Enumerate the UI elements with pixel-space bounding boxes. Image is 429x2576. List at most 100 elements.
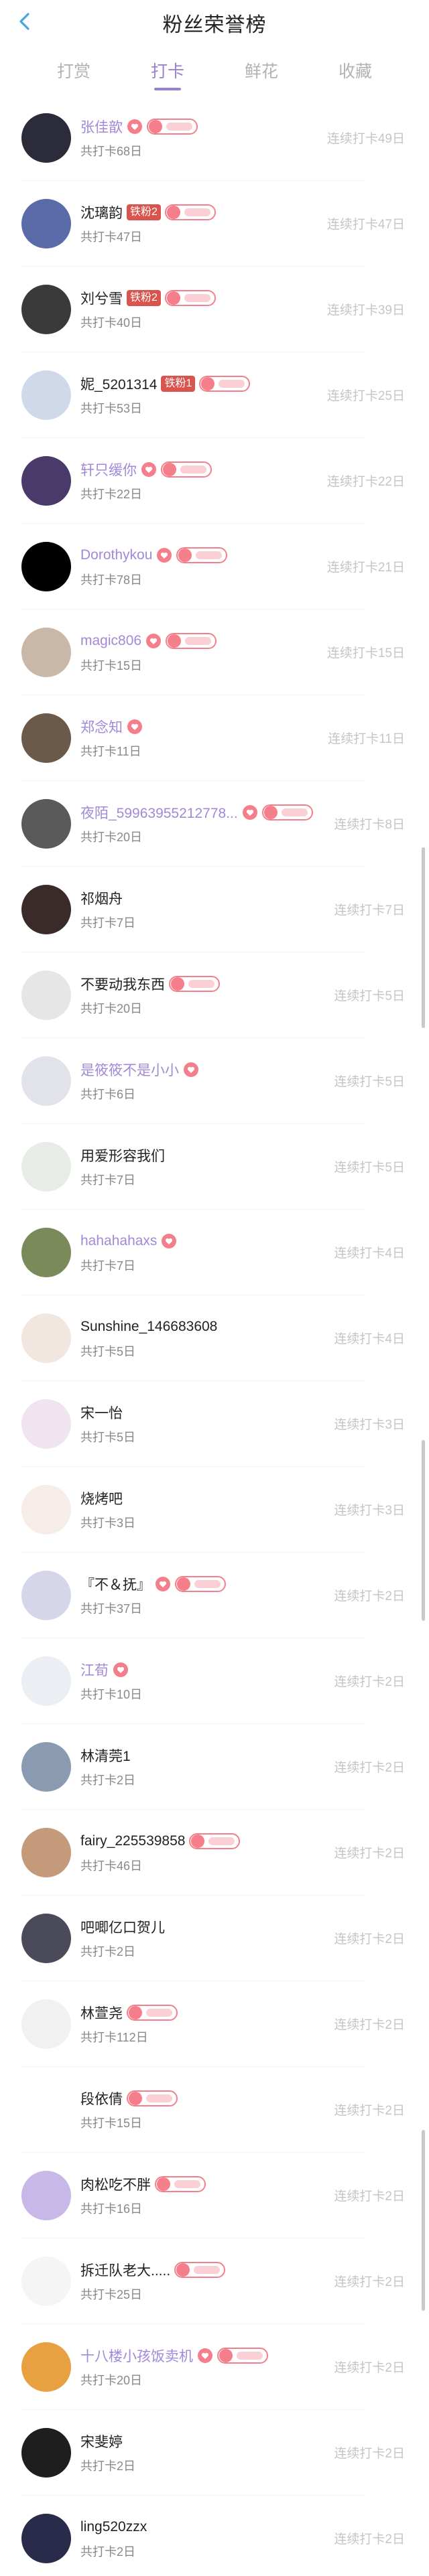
avatar[interactable] [21,456,71,506]
avatar[interactable] [21,1228,71,1277]
avatar[interactable] [21,1313,71,1363]
fan-level-badge [174,2262,226,2278]
fan-row[interactable]: fairy_225539858 共打卡46日 连续打卡2日 [0,1810,429,1895]
fan-info: ling520zzx 共打卡2日 [80,2517,322,2560]
fan-level-dot-icon [166,291,180,305]
scrollbar-thumb-3[interactable] [422,2130,425,2311]
fan-info: fairy_225539858 共打卡46日 [80,1831,322,1874]
avatar[interactable] [21,2342,71,2392]
avatar[interactable] [21,2514,71,2563]
fan-name: 烧烤吧 [80,1492,123,1507]
name-line: 是筱筱不是小小 [80,1060,322,1080]
avatar[interactable] [21,2257,71,2306]
avatar[interactable] [21,885,71,934]
fan-row[interactable]: ling520zzx 共打卡2日 连续打卡2日 [0,2496,429,2576]
tab-reward[interactable]: 打赏 [37,58,111,82]
fan-level-bar [180,466,206,474]
avatar[interactable] [21,971,71,1020]
fan-row[interactable]: 拆迁队老大..... 共打卡25日 连续打卡2日 [0,2238,429,2324]
avatar[interactable] [21,2171,71,2220]
tab-flowers[interactable]: 鲜花 [225,58,298,82]
avatar[interactable] [21,628,71,677]
fan-row[interactable]: 『不＆抚』 共打卡37日 连续打卡2日 [0,1553,429,1638]
fan-row[interactable]: hahahahaxs 共打卡7日 连续打卡4日 [0,1210,429,1295]
fan-info: 不要动我东西 共打卡20日 [80,974,322,1017]
avatar[interactable] [21,1914,71,1963]
fan-row[interactable]: 宋一怡 共打卡5日 连续打卡3日 [0,1381,429,1467]
avatar[interactable] [21,1056,71,1106]
fan-level-badge [199,376,251,392]
avatar[interactable] [21,799,71,849]
avatar[interactable] [21,285,71,334]
fan-row[interactable]: 轩只缓你 共打卡22日 连续打卡22日 [0,438,429,524]
avatar[interactable] [21,1742,71,1792]
total-checkin-days: 共打卡5日 [80,1431,136,1444]
streak-days: 连续打卡2日 [334,2447,405,2461]
name-line: 段依倩 [80,2088,322,2108]
name-line: 宋斐婷 [80,2431,322,2451]
fan-info: 林萱尧 共打卡112日 [80,2003,322,2046]
avatar[interactable] [21,113,71,163]
avatar[interactable] [21,370,71,420]
heart-badge-icon [145,633,162,649]
avatar[interactable] [21,1485,71,1534]
fan-row[interactable]: 宋斐婷共打卡2日 连续打卡2日 [0,2410,429,2496]
fan-row[interactable]: 郑念知 共打卡11日 连续打卡11日 [0,695,429,781]
avatar[interactable] [21,1142,71,1192]
fan-row[interactable]: 林萱尧 共打卡112日 连续打卡2日 [0,1981,429,2067]
fan-row[interactable]: 妮_5201314 铁粉1 共打卡53日 连续打卡25日 [0,352,429,438]
avatar[interactable] [21,2085,71,2135]
fan-name: 宋斐婷 [80,2435,123,2450]
tab-checkin[interactable]: 打卡 [131,58,204,90]
heart-badge-icon [127,119,143,135]
scrollbar-thumb-2[interactable] [422,1440,425,1621]
fan-level-badge [127,2090,178,2106]
fan-info: 十八楼小孩饭卖机 共打卡20日 [80,2346,322,2388]
avatar[interactable] [21,1571,71,1620]
fan-level-badge [175,1576,226,1592]
fan-name: 『不＆抚』 [80,1577,151,1593]
iron-fan-badge: 铁粉2 [127,290,161,306]
fan-row[interactable]: 沈璃韵 铁粉2 共打卡47日 连续打卡47日 [0,181,429,267]
total-checkin-days: 共打卡2日 [80,1945,136,1958]
name-line: 不要动我东西 [80,974,322,994]
fan-row[interactable]: 祁烟舟 共打卡7日 连续打卡7日 [0,867,429,952]
fan-row[interactable]: 是筱筱不是小小 共打卡6日 连续打卡5日 [0,1038,429,1124]
avatar[interactable] [21,1828,71,1877]
fan-row[interactable]: 十八楼小孩饭卖机 共打卡20日 连续打卡2日 [0,2324,429,2410]
name-line: 张佳歆 [80,117,322,137]
fan-row[interactable]: 吧唧亿口贺儿 共打卡2日 连续打卡2日 [0,1895,429,1981]
avatar[interactable] [21,1999,71,2049]
fan-row[interactable]: 张佳歆 共打卡68日 连续打卡49日 [0,95,429,181]
fan-row[interactable]: 不要动我东西 共打卡20日 连续打卡5日 [0,952,429,1038]
fan-row[interactable]: 林清莞1 共打卡2日 连续打卡2日 [0,1724,429,1810]
back-button[interactable] [12,9,36,33]
avatar[interactable] [21,199,71,248]
fan-row[interactable]: 夜陌_59963955212778... 共打卡20日 连续打卡8日 [0,781,429,867]
fan-name: 江荀 [80,1663,109,1678]
fan-info: 张佳歆 共打卡68日 [80,117,322,159]
fan-row[interactable]: magic806 共打卡15日 连续打卡15日 [0,610,429,695]
tab-favorites[interactable]: 收藏 [318,58,392,82]
fan-row[interactable]: 江荀 共打卡10日 连续打卡2日 [0,1638,429,1724]
fan-row[interactable]: 用爱形容我们 共打卡7日 连续打卡5日 [0,1124,429,1210]
fan-row[interactable]: Sunshine_146683608 共打卡5日 连续打卡4日 [0,1295,429,1381]
fan-row[interactable]: 段依倩 共打卡15日 连续打卡2日 [0,2067,429,2153]
avatar[interactable] [21,542,71,591]
fan-row[interactable]: 烧烤吧 共打卡3日 连续打卡3日 [0,1467,429,1553]
fan-level-badge [155,2176,206,2192]
fan-level-dot-icon [263,806,278,819]
fan-level-badge [164,290,216,306]
total-checkin-days: 共打卡2日 [80,2459,136,2473]
avatar[interactable] [21,2428,71,2478]
fan-row[interactable]: Dorothykou 共打卡78日 连续打卡21日 [0,524,429,610]
avatar[interactable] [21,1656,71,1706]
avatar[interactable] [21,1399,71,1449]
fan-row[interactable]: 肉松吃不胖 共打卡16日 连续打卡2日 [0,2153,429,2238]
fan-row[interactable]: 刘兮雪 铁粉2 共打卡40日 连续打卡39日 [0,267,429,352]
streak-days: 连续打卡4日 [334,1246,405,1261]
avatar[interactable] [21,713,71,763]
fan-info: 『不＆抚』 共打卡37日 [80,1574,322,1617]
streak-days: 连续打卡25日 [326,389,405,403]
scrollbar-thumb-1[interactable] [422,847,425,1028]
